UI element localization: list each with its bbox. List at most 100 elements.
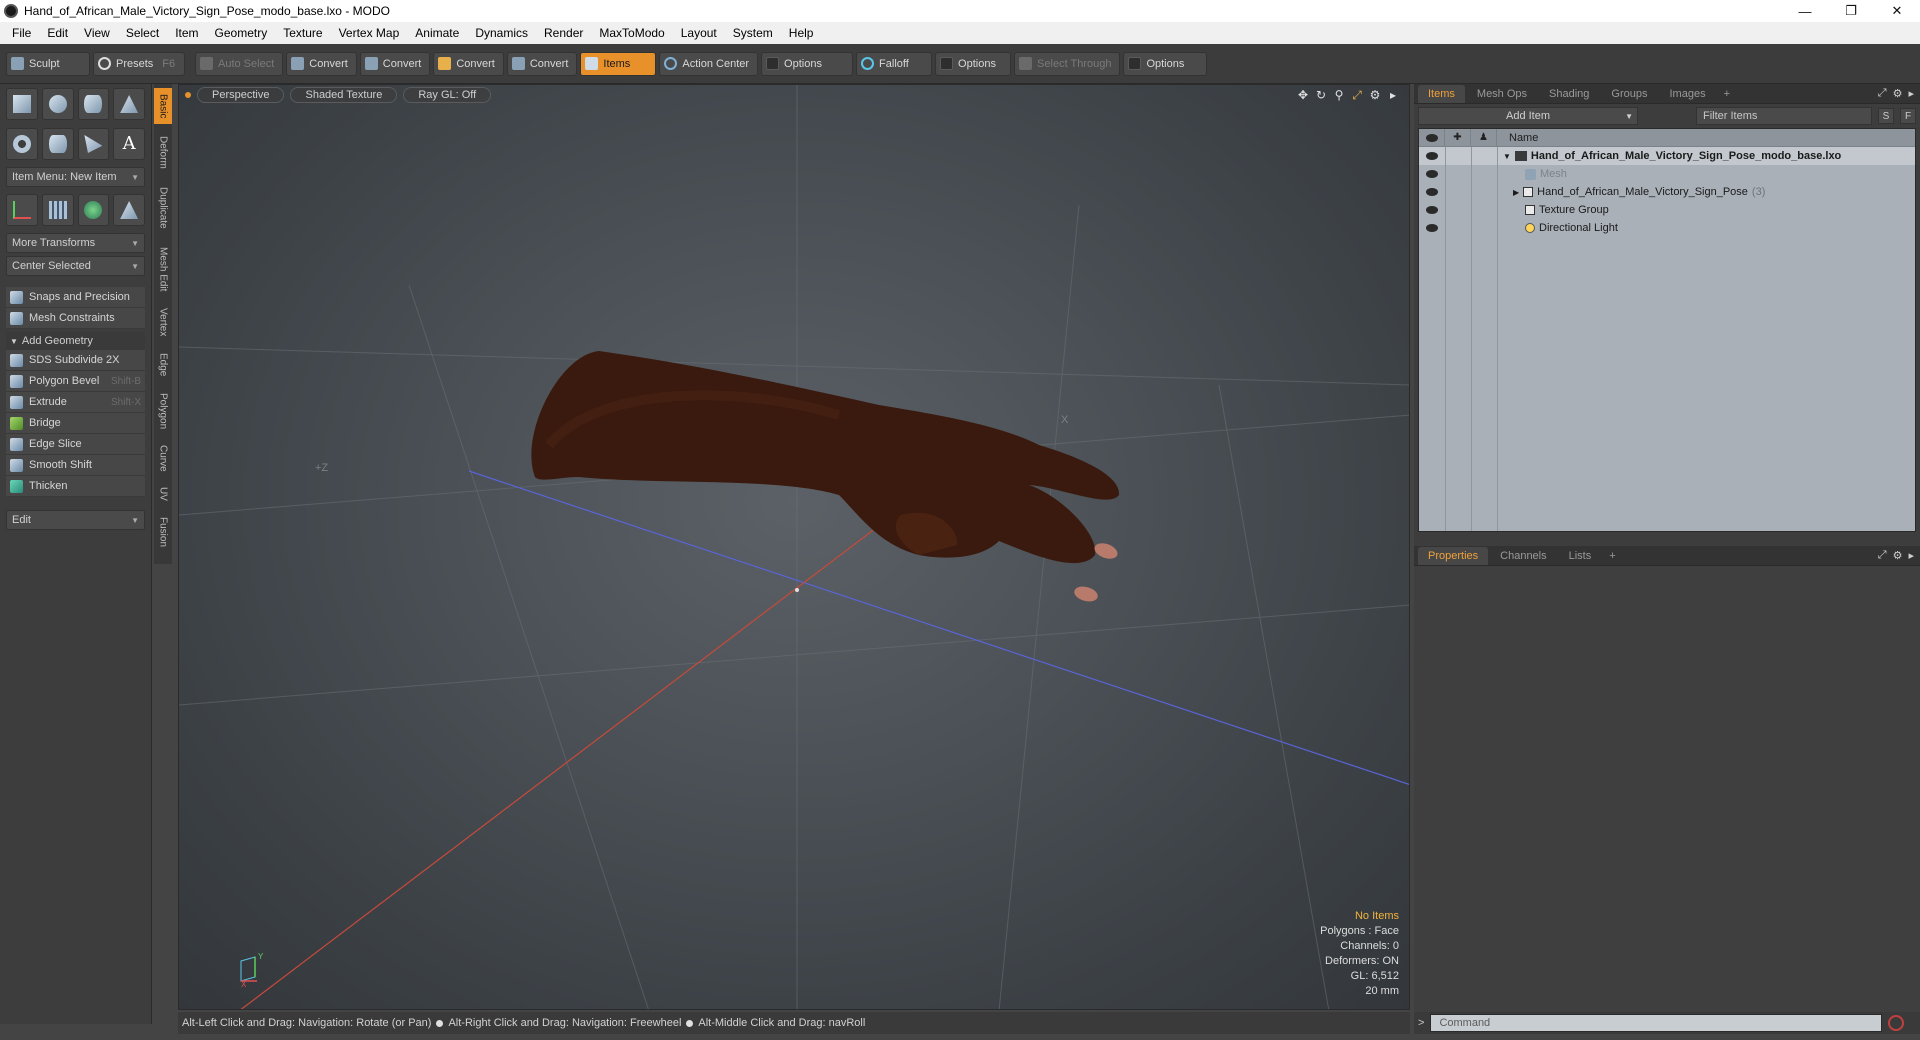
convert-polygons-button[interactable]: Convert — [433, 51, 504, 76]
scale-button[interactable] — [113, 194, 145, 226]
mesh-constraints-button[interactable]: Mesh Constraints — [6, 308, 145, 329]
shading-dropdown[interactable]: Shaded Texture — [290, 87, 398, 103]
world-button[interactable] — [77, 194, 110, 226]
falloff-button[interactable]: Falloff — [856, 51, 933, 76]
sculpt-button[interactable]: Sculpt — [6, 51, 90, 76]
vtab-mesh-edit[interactable]: Mesh Edit — [154, 242, 172, 296]
tab-lists[interactable]: Lists — [1559, 547, 1602, 565]
tab-groups[interactable]: Groups — [1601, 85, 1657, 103]
settings-icon[interactable]: ⚙ — [1893, 549, 1903, 562]
command-input[interactable]: Command — [1430, 1014, 1883, 1032]
render-column-icon[interactable]: ♟ — [1471, 128, 1497, 147]
vtab-vertex[interactable]: Vertex — [154, 302, 172, 342]
menu-geometry[interactable]: Geometry — [207, 26, 276, 40]
tab-properties[interactable]: Properties — [1418, 546, 1489, 565]
raygl-toggle[interactable]: Ray GL: Off — [403, 87, 492, 103]
pan-icon[interactable]: ✥ — [1297, 88, 1309, 103]
tab-shading[interactable]: Shading — [1539, 85, 1599, 103]
minimize-button[interactable]: — — [1782, 0, 1828, 22]
center-selected-dropdown[interactable]: Center Selected ▼ — [6, 256, 145, 276]
filter-f-button[interactable]: F — [1900, 108, 1916, 124]
tool-thicken[interactable]: Thicken — [6, 476, 145, 497]
tree-row-light[interactable]: Directional Light — [1419, 219, 1915, 237]
item-menu-dropdown[interactable]: Item Menu: New Item ▼ — [6, 167, 145, 187]
tool-extrude[interactable]: Extrude Shift-X — [6, 392, 145, 413]
eye-icon[interactable] — [1419, 183, 1445, 201]
convert-edges-button[interactable]: Convert — [359, 51, 431, 76]
settings-icon[interactable]: ⚙ — [1369, 88, 1381, 103]
capsule-button[interactable] — [41, 128, 74, 160]
record-macro-icon[interactable] — [1888, 1015, 1905, 1031]
tree-row-texture-group[interactable]: Texture Group — [1419, 201, 1915, 219]
expand-triangle-icon[interactable]: ▼ — [1503, 152, 1511, 161]
menu-select[interactable]: Select — [118, 26, 167, 40]
filter-s-button[interactable]: S — [1878, 108, 1894, 124]
menu-render[interactable]: Render — [536, 26, 591, 40]
select-through-options-button[interactable]: Options — [1123, 51, 1208, 76]
tab-images[interactable]: Images — [1660, 85, 1716, 103]
menu-help[interactable]: Help — [781, 26, 822, 40]
snaps-button[interactable]: Snaps and Precision — [6, 287, 145, 308]
menu-dynamics[interactable]: Dynamics — [467, 26, 536, 40]
tab-items[interactable]: Items — [1418, 84, 1465, 103]
items-mode-button[interactable]: Items — [580, 51, 657, 76]
menu-animate[interactable]: Animate — [407, 26, 467, 40]
pen-button[interactable] — [77, 128, 110, 160]
menu-system[interactable]: System — [725, 26, 781, 40]
name-column-header[interactable]: Name — [1497, 132, 1538, 144]
expand-icon[interactable]: ▸ — [1908, 549, 1914, 562]
cone-button[interactable] — [113, 88, 145, 120]
settings-icon[interactable]: ⚙ — [1893, 87, 1903, 100]
transform-button[interactable] — [6, 194, 38, 226]
menu-edit[interactable]: Edit — [39, 26, 76, 40]
eye-icon[interactable] — [1419, 165, 1445, 183]
close-button[interactable]: ✕ — [1874, 0, 1920, 22]
text-button[interactable]: A — [113, 128, 145, 160]
expand-icon[interactable]: ▸ — [1908, 87, 1914, 100]
tool-edge-slice[interactable]: Edge Slice — [6, 434, 145, 455]
add-item-dropdown[interactable]: Add Item ▼ — [1418, 107, 1638, 125]
menu-item[interactable]: Item — [167, 26, 206, 40]
edit-dropdown[interactable]: Edit ▼ — [6, 510, 145, 530]
falloff-options-button[interactable]: Options — [935, 51, 1012, 76]
action-center-options-button[interactable]: Options — [761, 51, 854, 76]
expand-triangle-icon[interactable]: ▶ — [1513, 188, 1519, 197]
tool-polygon-bevel[interactable]: Polygon Bevel Shift-B — [6, 371, 145, 392]
vtab-basic[interactable]: Basic — [154, 88, 172, 124]
cylinder-button[interactable] — [77, 88, 110, 120]
tab-channels[interactable]: Channels — [1490, 547, 1556, 565]
torus-button[interactable] — [6, 128, 38, 160]
vtab-deform[interactable]: Deform — [154, 130, 172, 174]
restore-button[interactable]: ❐ — [1828, 0, 1874, 22]
cube-button[interactable] — [6, 88, 38, 120]
presets-button[interactable]: Presets F6 — [93, 51, 185, 76]
vtab-duplicate[interactable]: Duplicate — [154, 180, 172, 236]
tool-sds-subdivide[interactable]: SDS Subdivide 2X — [6, 350, 145, 371]
tree-row-group[interactable]: ▶ Hand_of_African_Male_Victory_Sign_Pose… — [1419, 183, 1915, 201]
auto-select-button[interactable]: Auto Select — [195, 51, 284, 76]
convert-vertices-button[interactable]: Convert — [286, 51, 357, 76]
visibility-column-icon[interactable] — [1419, 128, 1445, 147]
vtab-curve[interactable]: Curve — [154, 440, 172, 476]
vtab-edge[interactable]: Edge — [154, 348, 172, 382]
rotate-icon[interactable]: ↻ — [1315, 88, 1327, 103]
menu-texture[interactable]: Texture — [275, 26, 330, 40]
sphere-button[interactable] — [41, 88, 74, 120]
vtab-uv[interactable]: UV — [154, 482, 172, 506]
tool-smooth-shift[interactable]: Smooth Shift — [6, 455, 145, 476]
maximize-icon[interactable]: ⤢ — [1878, 87, 1887, 100]
select-through-button[interactable]: Select Through — [1014, 51, 1121, 76]
eye-icon[interactable] — [1419, 201, 1445, 219]
add-tab-icon[interactable]: + — [1603, 550, 1621, 562]
fit-icon[interactable]: ⤢ — [1351, 88, 1363, 103]
more-transforms-dropdown[interactable]: More Transforms ▼ — [6, 233, 145, 253]
vtab-fusion[interactable]: Fusion — [154, 512, 172, 552]
expand-icon[interactable]: ▸ — [1387, 88, 1399, 103]
tree-row-mesh[interactable]: Mesh — [1419, 165, 1915, 183]
add-geometry-header[interactable]: ▼ Add Geometry — [6, 332, 145, 350]
menu-maxtomodo[interactable]: MaxToModo — [591, 26, 672, 40]
tab-mesh-ops[interactable]: Mesh Ops — [1467, 85, 1537, 103]
eye-icon[interactable] — [1419, 147, 1445, 165]
convert-materials-button[interactable]: Convert — [506, 51, 578, 76]
tree-row-scene[interactable]: ▼ Hand_of_African_Male_Victory_Sign_Pose… — [1419, 147, 1915, 165]
